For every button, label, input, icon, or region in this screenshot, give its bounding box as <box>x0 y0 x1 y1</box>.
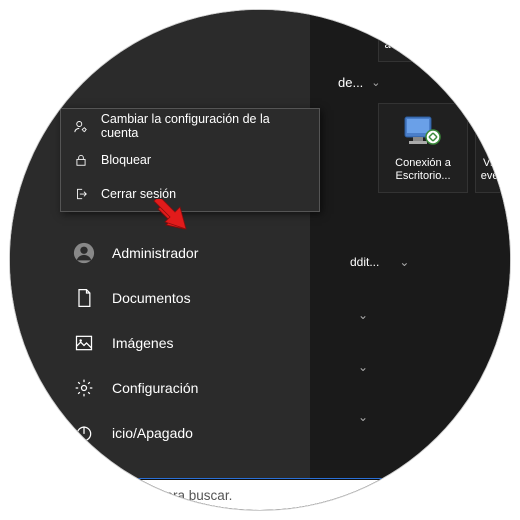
chevron-down-icon[interactable]: ⌄ <box>358 360 368 374</box>
tile-remote-desktop[interactable]: Conexión a Escritorio... <box>378 103 468 193</box>
menu-item-label: Cambiar la configuración de la cuenta <box>101 112 309 140</box>
chevron-down-icon[interactable]: ⌄ <box>358 410 368 424</box>
sign-out-icon <box>71 187 91 201</box>
tools-icon <box>403 10 443 22</box>
menu-item-label: Bloquear <box>101 153 151 167</box>
app-list-expand[interactable]: ddit...⌄ <box>350 255 409 269</box>
chevron-down-icon: ⌄ <box>371 76 380 89</box>
tile-label: Herramienta... administrativa... <box>384 26 461 52</box>
start-sidebar: Administrador Documentos Imágenes Config… <box>70 230 300 455</box>
tile-group-header[interactable]: de... ⌄ <box>338 75 381 90</box>
tile-event-viewer[interactable]: Visor d eventos <box>475 103 510 193</box>
lock-icon <box>71 153 91 167</box>
sidebar-item-label: Configuración <box>112 380 198 396</box>
sidebar-item-pictures[interactable]: Imágenes <box>70 320 300 365</box>
menu-item-lock[interactable]: Bloquear <box>61 143 319 177</box>
instruction-arrow-icon <box>150 199 190 239</box>
user-context-menu: Cambiar la configuración de la cuenta Bl… <box>60 108 320 212</box>
sidebar-item-power[interactable]: icio/Apagado <box>70 410 300 455</box>
document-icon <box>70 288 98 308</box>
start-tiles-area: de... ⌄ Herramienta... administrativa... <box>310 10 510 480</box>
event-viewer-icon <box>480 113 510 153</box>
sidebar-item-label: Administrador <box>112 245 198 261</box>
sidebar-item-label: icio/Apagado <box>112 425 193 441</box>
picture-icon <box>70 333 98 353</box>
sidebar-item-settings[interactable]: Configuración <box>70 365 300 410</box>
tile-label: Conexión a Escritorio... <box>395 157 451 183</box>
gear-icon <box>70 378 98 398</box>
user-gear-icon <box>71 119 91 134</box>
start-menu: Administrador Documentos Imágenes Config… <box>10 10 310 480</box>
search-input[interactable]: aquí para buscar. <box>120 480 400 510</box>
rdp-icon <box>403 113 443 153</box>
power-icon <box>70 423 98 443</box>
group-header-label: de... <box>338 75 363 90</box>
tile-label: Visor d eventos <box>481 157 510 183</box>
menu-item-change-account-settings[interactable]: Cambiar la configuración de la cuenta <box>61 109 319 143</box>
app-row-label: ddit... <box>350 255 379 269</box>
search-placeholder: aquí para buscar. <box>128 488 232 503</box>
sidebar-item-label: Imágenes <box>112 335 173 351</box>
sidebar-item-label: Documentos <box>112 290 191 306</box>
sidebar-item-documents[interactable]: Documentos <box>70 275 300 320</box>
tile-admin-tools[interactable]: Herramienta... administrativa... <box>378 10 468 62</box>
chevron-down-icon[interactable]: ⌄ <box>358 308 368 322</box>
user-icon <box>70 242 98 264</box>
menu-item-sign-out[interactable]: Cerrar sesión <box>61 177 319 211</box>
